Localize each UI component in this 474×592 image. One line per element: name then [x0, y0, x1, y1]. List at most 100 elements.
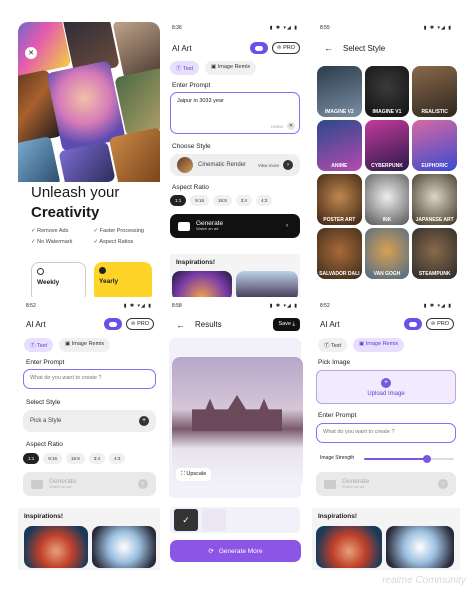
prompt-input[interactable]: Jaipur in 3033 year 19/500 ✕ [170, 92, 300, 134]
style-header: ← Select Style [324, 43, 454, 53]
clear-icon[interactable]: ✕ [287, 122, 295, 130]
chevron-right-icon[interactable]: › [283, 160, 293, 170]
results-header: ← Results Save ⤓ [176, 318, 300, 331]
plus-icon[interactable]: + [139, 416, 149, 426]
inspiration-thumb[interactable] [236, 271, 298, 297]
ratio-16-9[interactable]: 16:9 [66, 453, 85, 464]
chevron-right-icon: › [438, 479, 448, 489]
prompt-input[interactable]: What do you want to create ? [23, 369, 156, 389]
style-label: Select Style [26, 399, 61, 406]
generate-button-disabled[interactable]: Generate Watch an ad › [23, 472, 156, 496]
inspiration-thumb[interactable] [172, 271, 232, 297]
slider-thumb[interactable] [423, 455, 431, 463]
pro-button[interactable]: ♔ PRO [125, 318, 154, 330]
status-bar: 8:52 ▮ ✱ ▾◢ ▮ [26, 303, 152, 309]
style-tile[interactable]: VAN GOGH [364, 228, 410, 279]
style-tile[interactable]: POSTER ART [317, 174, 362, 225]
style-tile[interactable]: ANIME [317, 120, 362, 171]
prompt-label: Enter Prompt [26, 359, 65, 366]
prompt-input[interactable]: What do you want to create ? [316, 423, 456, 443]
ratio-4-3[interactable]: 4:3 [256, 195, 273, 206]
status-bar: 8:55 ▮ ✱ ▾◢ ▮ [320, 25, 452, 31]
generate-button[interactable]: Generate Watch an ad › [170, 214, 300, 238]
save-button[interactable]: Save ⤓ [273, 318, 300, 331]
style-tile[interactable]: STEAMPUNK [412, 228, 457, 279]
style-picker[interactable]: Cinematic Render View more › [170, 154, 300, 176]
upload-area[interactable]: + Upload Image [316, 370, 456, 404]
check-circle-icon [99, 267, 106, 274]
ratio-1-1[interactable]: 1:1 [23, 453, 40, 464]
app-title: AI Art [320, 319, 340, 329]
discord-icon[interactable] [249, 42, 268, 54]
feature-item: ✓ Remove Ads [31, 228, 69, 234]
generate-button-disabled[interactable]: Generate Watch an ad › [316, 472, 456, 496]
refresh-icon: ⟳ [208, 548, 214, 555]
style-thumb [177, 157, 193, 173]
prompt-label: Enter Prompt [318, 412, 357, 419]
generate-more-button[interactable]: ⟳ Generate More [170, 540, 301, 562]
ratio-16-9[interactable]: 16:9 [213, 195, 232, 206]
plan-yearly[interactable]: Yearly [94, 262, 152, 297]
app-title: AI Art [26, 319, 46, 329]
ratio-4-3[interactable]: 4:3 [109, 453, 126, 464]
inspiration-thumb[interactable] [92, 526, 156, 568]
select-style-panel: 8:55 ▮ ✱ ▾◢ ▮ ← Select Style IMAGINE V2 I… [312, 22, 460, 297]
style-tile[interactable]: EUPHORIC [412, 120, 457, 171]
pro-button[interactable]: ♔ PRO [425, 318, 454, 330]
ad-icon [324, 479, 336, 489]
back-arrow-icon[interactable]: ← [176, 320, 185, 330]
aspect-label: Aspect Ratio [172, 184, 209, 191]
view-more-link[interactable]: View more [258, 163, 279, 168]
upscale-button[interactable]: ⛶ Upscale [176, 468, 212, 481]
ratio-3-4[interactable]: 3:4 [235, 195, 253, 206]
status-icons: ▮ ✱ ▾◢ ▮ [123, 303, 152, 309]
style-tile[interactable]: CYBERPUNK [364, 120, 410, 171]
style-tile[interactable]: JAPANESE ART [412, 174, 457, 225]
style-tile[interactable]: IMAGINE V2 [317, 66, 362, 117]
pro-button[interactable]: ♔ PRO [271, 42, 300, 54]
tab-text[interactable]: Ⓣ Text [24, 338, 54, 352]
status-bar: 8:52 ▮ ✱ ▾◢ ▮ [320, 303, 452, 309]
art-collage: ✕ [18, 22, 160, 182]
strength-label: Image Strength [320, 455, 355, 461]
style-label: Choose Style [172, 143, 211, 150]
inspiration-thumb[interactable] [24, 526, 88, 568]
headline-bold: Creativity [31, 204, 100, 221]
page-title: Results [195, 320, 222, 329]
page-title: Select Style [343, 43, 386, 53]
style-tile[interactable]: REALISTIC [412, 66, 457, 117]
status-icons: ▮ ✱ ▾◢ ▮ [269, 303, 298, 309]
result-thumb-selected[interactable]: ✓ [174, 509, 198, 531]
slider-fill [364, 458, 427, 460]
discord-icon[interactable] [103, 318, 122, 330]
style-picker[interactable]: Pick a Style + [23, 410, 156, 432]
palace-shape [192, 395, 282, 431]
discord-icon[interactable] [403, 318, 422, 330]
tab-image-remix[interactable]: ▣ Image Remix [205, 61, 257, 75]
tab-image-remix[interactable]: ▣ Image Remix [353, 338, 405, 352]
ratio-1-1[interactable]: 1:1 [170, 195, 187, 206]
image-remix-panel: 8:52 ▮ ✱ ▾◢ ▮ AI Art ♔ PRO Ⓣ Text ▣ Image… [312, 300, 460, 570]
strength-slider[interactable] [364, 455, 454, 463]
style-tile[interactable]: IMAGINE V1 [364, 66, 410, 117]
back-arrow-icon[interactable]: ← [324, 43, 333, 53]
ratio-3-4[interactable]: 3:4 [88, 453, 106, 464]
tab-image-remix[interactable]: ▣ Image Remix [59, 338, 111, 352]
prompt-label: Enter Prompt [172, 82, 211, 89]
tab-text[interactable]: Ⓣ Text [318, 338, 348, 352]
style-tile[interactable]: SALVADOR DALI [317, 228, 362, 279]
feature-item: ✓ Faster Processing [93, 228, 144, 234]
inspiration-thumb[interactable] [386, 526, 454, 568]
close-icon[interactable]: ✕ [25, 47, 37, 59]
ratio-9-16[interactable]: 9:16 [190, 195, 210, 206]
pick-image-label: Pick Image [318, 359, 351, 366]
result-thumb[interactable] [202, 509, 226, 531]
radio-icon [37, 268, 44, 275]
app-header: AI Art ♔ PRO [172, 42, 300, 54]
onboarding-panel: ✕ Unleash your Creativity ✓ Remove Ads ✓… [18, 22, 160, 297]
plan-weekly[interactable]: Weekly [31, 262, 86, 297]
tab-text[interactable]: Ⓣ Text [170, 61, 200, 75]
inspiration-thumb[interactable] [316, 526, 382, 568]
ratio-9-16[interactable]: 9:16 [43, 453, 63, 464]
style-tile[interactable]: INK [364, 174, 410, 225]
